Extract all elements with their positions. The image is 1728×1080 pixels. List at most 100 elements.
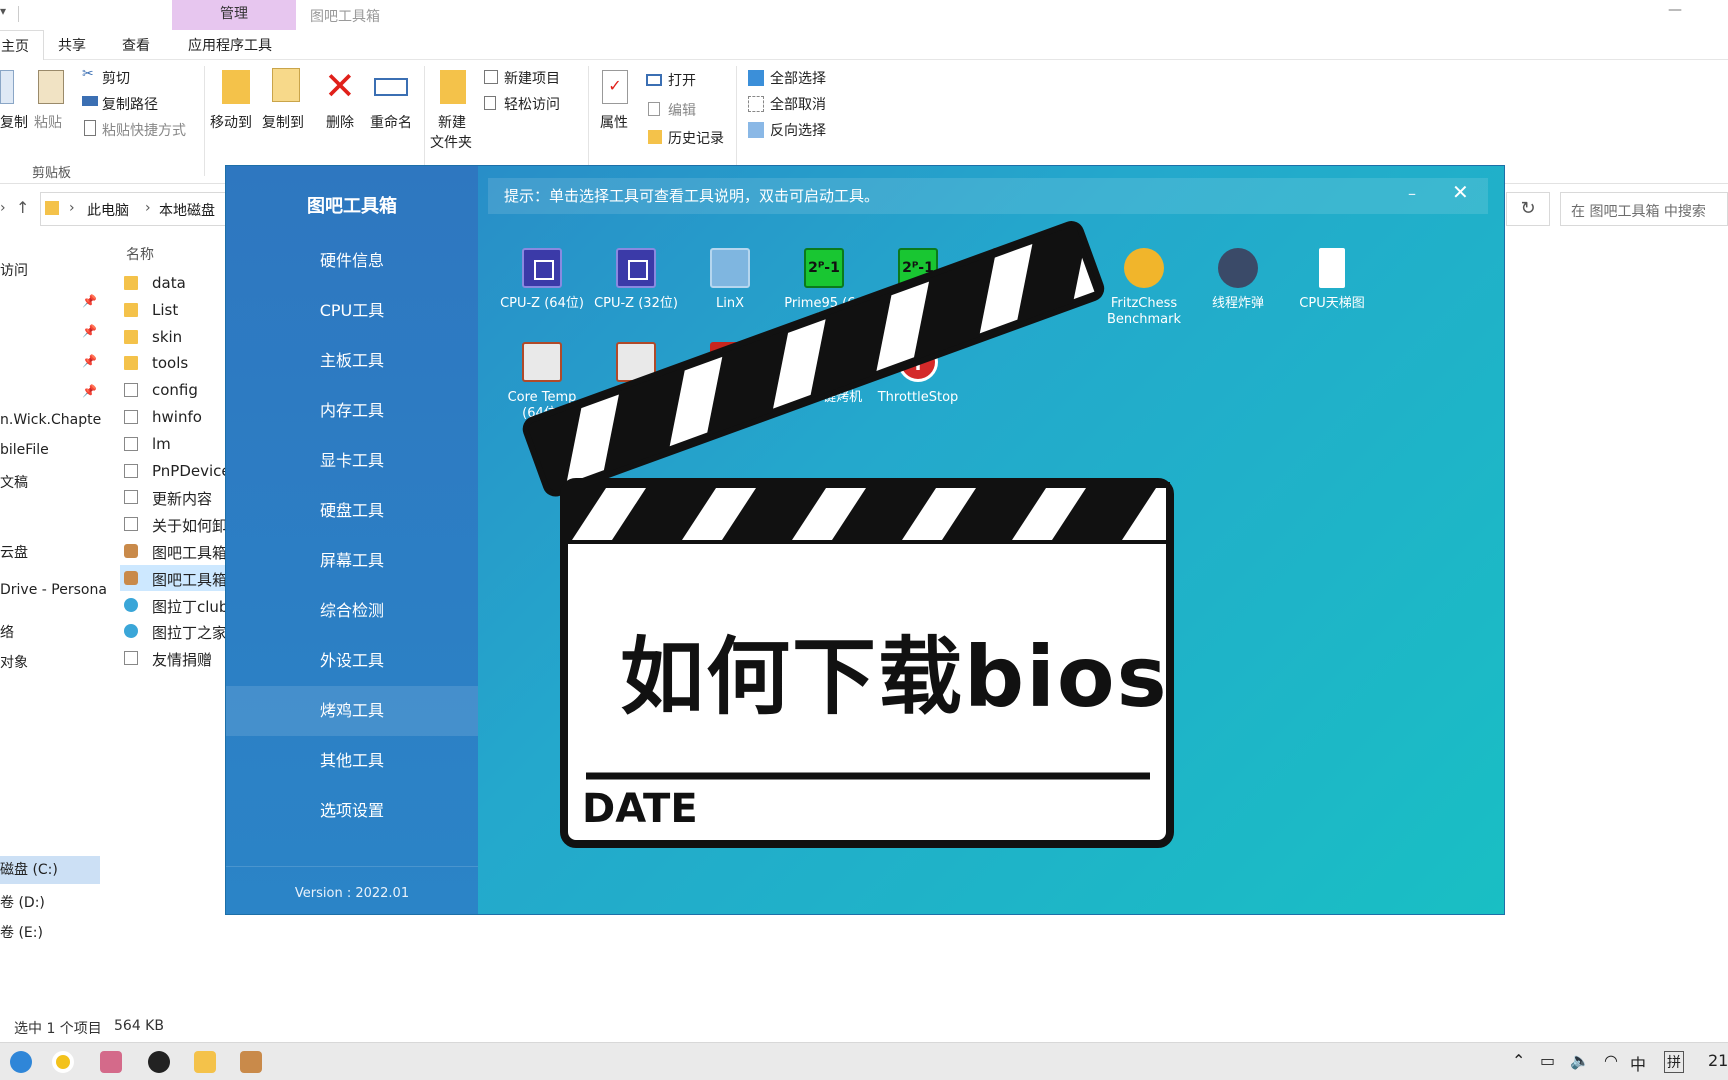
pin-icon[interactable]: 📌 [82,294,97,308]
file-explorer-icon[interactable] [194,1051,216,1073]
quick-access-dropdown-icon[interactable]: ▾ [0,4,6,18]
pin-icon[interactable]: 📌 [82,354,97,368]
clock[interactable]: 21 [1708,1051,1728,1070]
delete-button[interactable]: 删除 [326,112,354,132]
edit-button[interactable]: 编辑 [668,100,696,120]
breadcrumb-this-pc[interactable]: 此电脑 [87,200,129,220]
nav-item-drive-e[interactable]: 卷 (E:) [0,922,43,942]
toolbox-close-button[interactable]: ✕ [1452,180,1469,204]
sidebar-menu-item[interactable]: 内存工具 [226,386,478,436]
up-arrow-icon[interactable]: ↑ [16,198,29,217]
file-row[interactable]: List [120,297,230,323]
tool-item[interactable]: FritzChess Benchmark [1097,248,1191,328]
pin-icon[interactable]: 📌 [82,384,97,398]
sidebar-menu-item[interactable]: 显卡工具 [226,436,478,486]
tool-item[interactable]: 线程炸弹 [1191,248,1285,312]
file-row[interactable]: 关于如何卸 [120,511,230,537]
ime-language[interactable]: 中 [1630,1051,1646,1075]
file-row[interactable]: config [120,377,230,403]
sidebar-menu-item[interactable]: 硬件信息 [226,236,478,286]
file-row[interactable]: 图拉丁club [120,592,230,618]
address-field[interactable]: › 此电脑 › 本地磁盘 [40,192,226,226]
nav-item-3d-objects[interactable]: 对象 [0,652,28,672]
file-row[interactable]: lm [120,431,230,457]
media-player-icon[interactable] [52,1051,74,1073]
file-row[interactable]: skin [120,324,230,350]
refresh-button[interactable]: ↻ [1506,192,1550,226]
tool-item[interactable]: 2ᴾ-1 Prime95 (64位) [777,248,871,328]
battery-icon[interactable]: ▭ [1540,1051,1555,1070]
nav-item-mobile-file[interactable]: bileFile [0,442,49,458]
chevron-right-icon[interactable]: › [0,200,6,216]
nav-item-wick-chapter[interactable]: n.Wick.Chapte [0,412,101,428]
sidebar-menu-item[interactable]: 屏幕工具 [226,536,478,586]
tab-share[interactable]: 共享 [58,35,86,55]
nav-item-drive-d[interactable]: 卷 (D:) [0,892,45,912]
minimize-button[interactable]: — [1668,2,1682,18]
copy-to-button[interactable]: 复制到 [262,112,304,132]
copy-button[interactable]: 复制 [0,112,28,132]
volume-icon[interactable]: 🔈 [1570,1051,1590,1070]
select-all-button[interactable]: 全部选择 [770,68,826,88]
file-row[interactable]: 友情捐赠 [120,645,230,671]
edge-browser-icon[interactable] [10,1051,32,1073]
obs-icon[interactable] [148,1051,170,1073]
nav-item-cloud-drive[interactable]: 云盘 [0,542,28,562]
copy-path-button[interactable]: 复制路径 [102,94,158,114]
sidebar-menu-item[interactable]: 烤鸡工具 [226,686,478,736]
ime-mode[interactable]: 拼 [1664,1051,1684,1073]
tab-home[interactable]: 主页 [0,30,44,61]
photo-app-icon[interactable] [100,1051,122,1073]
tab-app-tools[interactable]: 应用程序工具 [188,35,272,55]
sidebar-menu-item[interactable]: 其他工具 [226,736,478,786]
tool-item[interactable]: Core Temp [589,342,683,406]
sidebar-menu-item[interactable]: 主板工具 [226,336,478,386]
move-to-button[interactable]: 移动到 [210,112,252,132]
sidebar-menu-item[interactable]: 综合检测 [226,586,478,636]
toolbox-app-icon[interactable] [240,1051,262,1073]
nav-item-documents[interactable]: 文稿 [0,472,28,492]
tool-item[interactable]: T ThrottleStop [871,342,965,406]
search-input[interactable]: 在 图吧工具箱 中搜索 [1560,192,1728,226]
open-button[interactable]: 打开 [668,70,696,90]
rename-button[interactable]: 重命名 [370,112,412,132]
new-item-button[interactable]: 新建项目 [504,68,560,88]
tool-item[interactable]: CPU天梯图 [1285,248,1379,312]
file-row[interactable]: 图拉丁之家 [120,618,230,644]
tool-item[interactable]: 64 [683,342,777,390]
toolbox-minimize-button[interactable]: – [1408,184,1416,203]
nav-item-network[interactable]: 络 [0,622,14,642]
tool-item[interactable]: Studio [965,248,1059,296]
file-row[interactable]: hwinfo [120,404,230,430]
tool-item[interactable]: Core Temp (64位) [495,342,589,422]
history-button[interactable]: 历史记录 [668,128,724,148]
properties-button[interactable]: 属性 [600,112,628,132]
file-row[interactable]: PnPDevice [120,458,230,484]
nav-item-drive-c[interactable]: 磁盘 (C:) [0,856,100,884]
file-row[interactable]: tools [120,350,230,376]
file-row[interactable]: 图吧工具箱 [120,564,230,591]
tool-item[interactable]: CPU-Z (32位) [589,248,683,312]
invert-selection-button[interactable]: 反向选择 [770,120,826,140]
tool-item[interactable]: 2ᴾ-1 Prim [871,248,965,312]
chevron-up-icon[interactable]: ⌃ [1512,1051,1525,1070]
tab-view[interactable]: 查看 [122,35,150,55]
paste-shortcut-button[interactable]: 粘贴快捷方式 [102,120,186,140]
sidebar-menu-item[interactable]: CPU工具 [226,286,478,336]
sidebar-menu-item[interactable]: 硬盘工具 [226,486,478,536]
wifi-icon[interactable]: ◠ [1604,1051,1618,1070]
tool-item[interactable]: LinX [683,248,777,312]
select-none-button[interactable]: 全部取消 [770,94,826,114]
sidebar-menu-item[interactable]: 外设工具 [226,636,478,686]
file-row[interactable]: data [120,270,230,296]
pin-icon[interactable]: 📌 [82,324,97,338]
tool-item[interactable]: CPU-Z (64位) [495,248,589,312]
file-row[interactable]: 更新内容 [120,484,230,510]
cut-button[interactable]: 剪切 [102,68,130,88]
sidebar-menu-item[interactable]: 选项设置 [226,786,478,836]
nav-item-onedrive[interactable]: Drive - Persona [0,582,107,598]
nav-item-quick-access[interactable]: 访问 [0,260,28,280]
tool-item[interactable]: 2ᴾ-1 P95一键烤机 [777,342,871,406]
contextual-tab-manage[interactable]: 管理 [172,0,296,30]
new-folder-button[interactable]: 新建 [438,112,466,132]
